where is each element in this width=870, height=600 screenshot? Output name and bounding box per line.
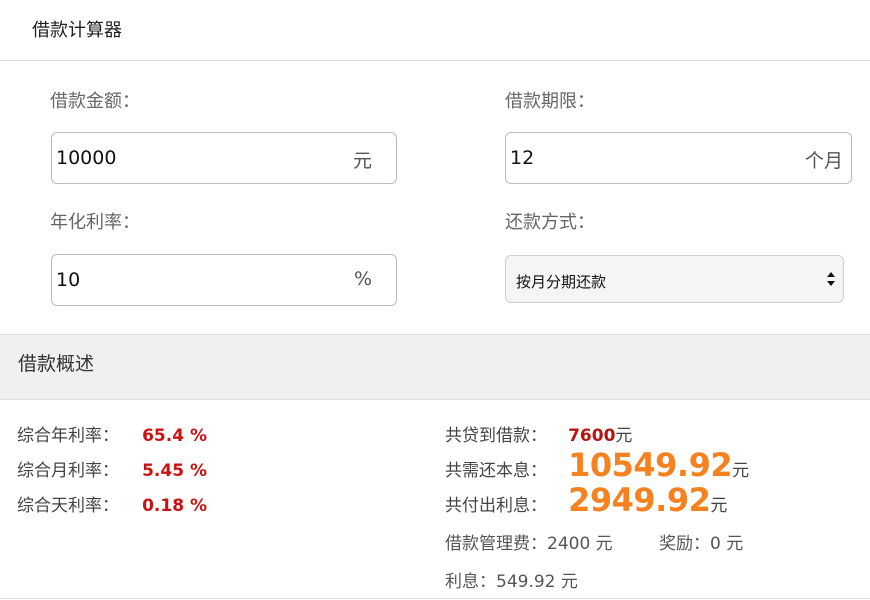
summary-section-header: 借款概述 xyxy=(0,334,870,400)
page-title: 借款计算器 xyxy=(32,20,122,41)
loan-amount-label: 借款金额： xyxy=(50,91,140,112)
interest-paid-row: 共付出利息： 2949.92元 xyxy=(445,481,727,519)
loan-term-unit: 个月 xyxy=(804,150,843,172)
repay-method-label: 还款方式： xyxy=(505,212,595,233)
annual-rate-label: 年化利率： xyxy=(50,212,140,233)
interest-text: 利息：549.92 元 xyxy=(445,572,578,592)
loan-term-label: 借款期限： xyxy=(505,91,595,112)
annual-rate-input[interactable]: 10 % xyxy=(51,254,397,306)
monthly-rate-row: 综合月利率： 5.45 % xyxy=(17,456,207,481)
app-header: 借款计算器 xyxy=(0,0,870,61)
total-repay-label: 共需还本息： xyxy=(445,461,547,481)
annual-rate-value: 10 xyxy=(56,269,81,291)
loan-term-value: 12 xyxy=(510,147,535,169)
total-repay-row: 共需还本息： 10549.92元 xyxy=(445,446,749,484)
interest-paid-unit: 元 xyxy=(710,496,728,516)
received-loan-row: 共贷到借款： 7600元 xyxy=(445,421,632,446)
monthly-rate-row-label: 综合月利率： xyxy=(17,461,119,481)
annual-rate-row: 综合年利率： 65.4 % xyxy=(17,421,207,446)
repay-method-value: 按月分期还款 xyxy=(516,273,607,291)
received-loan-unit: 元 xyxy=(615,426,633,446)
annual-rate-row-label: 综合年利率： xyxy=(17,426,119,446)
loan-amount-value: 10000 xyxy=(56,147,117,169)
received-loan-value: 7600 xyxy=(568,426,616,446)
management-fee-text: 借款管理费：2400 元 xyxy=(445,534,613,554)
summary-section-title: 借款概述 xyxy=(18,353,95,375)
monthly-rate-row-value: 5.45 % xyxy=(142,461,207,481)
interest-paid-label: 共付出利息： xyxy=(445,496,547,516)
daily-rate-row-label: 综合天利率： xyxy=(17,496,119,516)
loan-summary: 综合年利率： 65.4 % 综合月利率： 5.45 % 综合天利率： 0.18 … xyxy=(0,401,870,599)
reward-text: 奖励：0 元 xyxy=(659,534,744,554)
daily-rate-row: 综合天利率： 0.18 % xyxy=(17,491,207,516)
annual-rate-row-value: 65.4 % xyxy=(142,426,207,446)
loan-amount-unit: 元 xyxy=(352,150,372,172)
loan-amount-input[interactable]: 10000 元 xyxy=(51,132,397,184)
repay-method-select[interactable]: 按月分期还款 xyxy=(505,255,844,303)
received-loan-label: 共贷到借款： xyxy=(445,426,547,446)
total-repay-unit: 元 xyxy=(732,461,750,481)
select-arrows-icon xyxy=(827,272,835,286)
interest-paid-value: 2949.92 xyxy=(568,481,711,519)
total-repay-value: 10549.92 xyxy=(568,446,733,484)
daily-rate-row-value: 0.18 % xyxy=(142,496,207,516)
loan-term-input[interactable]: 12 个月 xyxy=(505,132,852,184)
annual-rate-unit: % xyxy=(353,268,372,290)
loan-form: 借款金额： 10000 元 借款期限： 12 个月 年化利率： 10 % 还款方… xyxy=(0,62,870,334)
